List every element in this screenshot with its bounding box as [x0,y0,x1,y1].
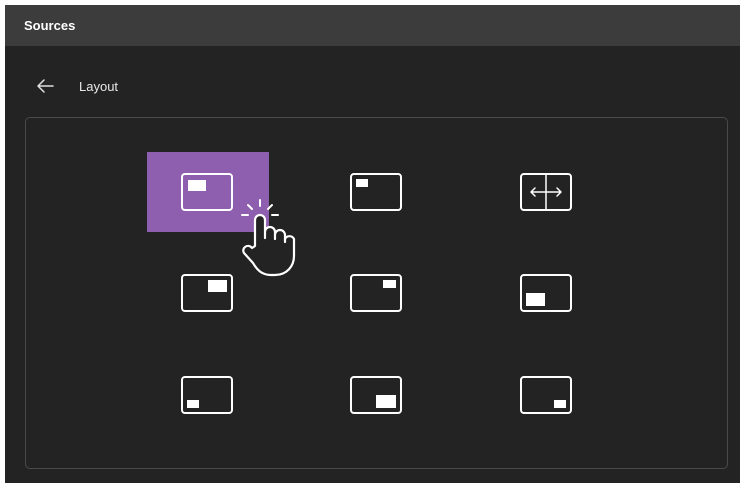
layout-option-bottom-left-small[interactable] [147,355,269,435]
layout-bottom-left-large-icon [520,274,572,312]
sources-window: Sources Layout [5,5,740,483]
layout-top-left-icon [181,173,233,211]
back-button[interactable] [33,77,57,95]
layout-side-by-side-icon [520,173,572,211]
layout-option-top-right-small[interactable] [316,253,438,333]
layout-option-top-right[interactable] [147,253,269,333]
layout-top-right-icon [181,274,233,312]
layout-option-bottom-right-small[interactable] [486,355,608,435]
window-title: Sources [24,18,76,33]
layout-option-bottom-left-large[interactable] [486,253,608,333]
layout-option-bottom-right[interactable] [316,355,438,435]
layout-option-side-by-side[interactable] [486,152,608,232]
layout-bottom-left-small-icon [181,376,233,414]
page-title: Layout [79,79,119,94]
layout-bottom-right-small-icon [520,376,572,414]
title-bar: Sources [5,5,740,46]
arrow-left-icon [37,79,54,93]
layout-top-right-small-icon [350,274,402,312]
layout-option-top-left[interactable] [147,152,269,232]
layout-bottom-right-icon [350,376,402,414]
layout-top-left-small-icon [350,173,402,211]
layout-option-top-left-small[interactable] [316,152,438,232]
